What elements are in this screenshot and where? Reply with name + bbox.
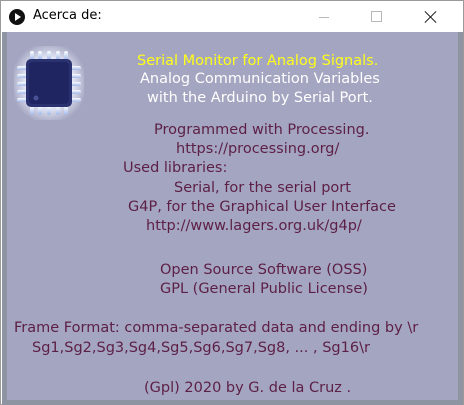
about-content: Serial Monitor for Analog Signals. Analo… — [7, 32, 458, 400]
processing-url-link[interactable]: https://processing.org/ — [176, 140, 339, 159]
close-icon — [424, 10, 437, 23]
copyright-text: (Gpl) 2020 by G. de la Cruz . — [144, 380, 352, 396]
maximize-icon — [371, 11, 382, 22]
minimize-icon — [319, 17, 329, 18]
frame-format-text: Frame Format: comma-separated data and e… — [14, 320, 419, 336]
app-subtitle-line1: Analog Communication Variables — [140, 71, 380, 87]
g4p-url-link[interactable]: http://www.lagers.org.uk/g4p/ — [146, 217, 362, 236]
frame-example-text: Sg1,Sg2,Sg3,Sg4,Sg5,Sg6,Sg7,Sg8, ... , S… — [32, 340, 370, 356]
minimize-button[interactable] — [301, 1, 347, 32]
gpl-license-text: GPL (General Public License) — [160, 281, 368, 297]
programmed-with-text: Programmed with Processing. — [154, 122, 370, 138]
processing-play-icon — [9, 9, 25, 25]
window-title: Acerca de: — [33, 8, 102, 23]
microchip-icon — [14, 46, 84, 120]
window-border-bottom — [2, 400, 463, 405]
open-source-text: Open Source Software (OSS) — [160, 262, 368, 278]
app-subtitle-line2: with the Arduino by Serial Port. — [147, 90, 373, 106]
app-heading: Serial Monitor for Analog Signals. — [137, 53, 379, 69]
title-bar[interactable]: Acerca de: — [1, 1, 463, 32]
window-border-right — [458, 32, 463, 405]
close-button[interactable] — [407, 1, 453, 32]
library-g4p-text: G4P, for the Graphical User Interface — [128, 199, 396, 215]
about-dialog-window: Acerca de: Serial Monitor for Analog Sig… — [0, 0, 464, 405]
library-serial-text: Serial, for the serial port — [174, 180, 351, 196]
maximize-button[interactable] — [353, 1, 399, 32]
used-libraries-label: Used libraries: — [123, 160, 228, 176]
